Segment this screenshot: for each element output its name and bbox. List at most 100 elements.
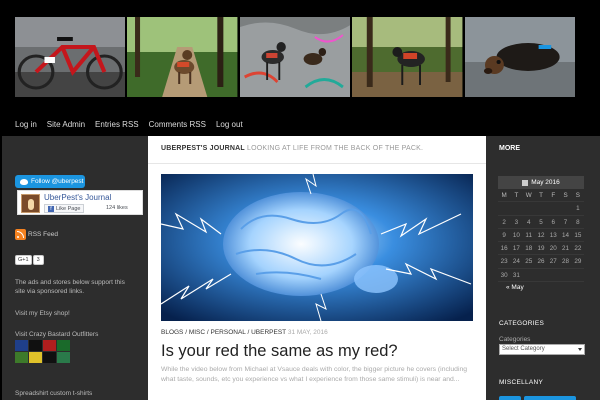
calendar-day [559, 269, 572, 283]
calendar-day: 27 [547, 255, 560, 269]
resting-dog-photo [464, 17, 576, 97]
post-featured-image[interactable] [161, 174, 473, 321]
calendar-day: 13 [547, 229, 560, 243]
store-thumb[interactable] [29, 352, 42, 363]
calendar-day: 17 [510, 242, 523, 256]
site-title: UBERPEST'S JOURNAL LOOKING AT LIFE FROM … [161, 145, 423, 152]
miscellany-heading: MISCELLANY [499, 379, 544, 386]
category-link[interactable]: PERSONAL [211, 329, 246, 336]
share-button[interactable] [524, 396, 576, 400]
nav-entries-rss[interactable]: Entries RSS [95, 120, 139, 134]
calendar-day: 23 [498, 255, 511, 269]
category-select[interactable]: Select Category [499, 344, 585, 355]
categories-label: Categories [499, 336, 531, 343]
header-divider [148, 163, 486, 164]
calendar-day: 22 [571, 242, 584, 256]
spreadshirt-link[interactable]: Spreadshirt custom t-shirts [15, 389, 135, 398]
store-thumb[interactable] [29, 340, 42, 351]
category-link[interactable]: UBERPEST [251, 329, 286, 336]
calendar-icon [522, 179, 529, 186]
facebook-f-icon: f [48, 205, 54, 212]
calendar-day: 16 [498, 242, 511, 256]
calendar-day: 18 [522, 242, 535, 256]
calendar-day: 4 [522, 216, 535, 229]
calendar-day: 25 [522, 255, 535, 269]
crazy-bastard-link[interactable]: Visit Crazy Bastard Outfitters [15, 330, 135, 339]
graffiti-dogs-photo [239, 17, 351, 97]
calendar-day: 6 [547, 216, 560, 229]
bicycle-photo [15, 17, 126, 97]
right-sidebar: MORE May 2016 M T W T F S S 1 2 3 4 5 6 7 8 9 10 11 12 13 14… [486, 136, 600, 400]
post-date: 31 MAY, 2016 [287, 329, 328, 336]
twitter-follow-label: Follow @uberpest [31, 178, 84, 185]
site-name[interactable]: UBERPEST'S JOURNAL [161, 145, 245, 152]
calendar-day [547, 269, 560, 283]
share-button[interactable] [499, 396, 521, 400]
calendar-day: 11 [522, 229, 535, 243]
calendar-day: 30 [498, 269, 511, 283]
calendar-prev-month[interactable]: « May [498, 284, 584, 291]
post-excerpt: While the video below from Michael at Vs… [161, 366, 468, 383]
facebook-page-name[interactable]: UberPest's Journal [44, 193, 111, 202]
calendar-day-header: M [498, 189, 511, 203]
calendar-day [534, 269, 548, 283]
calendar-day: 12 [534, 229, 548, 243]
header-photo-strip [15, 17, 576, 97]
category-link[interactable]: MISC [189, 329, 205, 336]
facebook-page-avatar[interactable] [21, 194, 40, 213]
store-thumb[interactable] [57, 352, 70, 363]
calendar-day: 5 [534, 216, 548, 229]
calendar-day [547, 202, 560, 216]
calendar-day: 21 [559, 242, 572, 256]
rss-feed-link[interactable]: RSS Feed [15, 229, 58, 240]
calendar-day [522, 202, 535, 216]
store-thumbnails[interactable] [15, 340, 71, 363]
nav-comments-rss[interactable]: Comments RSS [149, 120, 206, 134]
more-heading: MORE [499, 145, 520, 152]
facebook-like-button[interactable]: f Like Page [44, 204, 85, 213]
calendar-day: 10 [510, 229, 523, 243]
nav-log-out[interactable]: Log out [216, 120, 243, 134]
store-thumb[interactable] [43, 352, 56, 363]
calendar-day-header: S [571, 189, 584, 203]
calendar-day: 31 [510, 269, 523, 283]
store-thumb[interactable] [57, 340, 70, 351]
google-plus-widget: G+1 3 [15, 255, 44, 265]
facebook-like-label: Like Page [56, 205, 81, 212]
calendar-day [510, 202, 523, 216]
calendar-day: 28 [559, 255, 572, 269]
facebook-page-widget: UberPest's Journal f Like Page 124 likes [17, 190, 143, 215]
calendar-header: May 2016 [498, 176, 584, 189]
store-thumb[interactable] [15, 352, 28, 363]
category-link[interactable]: BLOGS [161, 329, 183, 336]
site-tagline: LOOKING AT LIFE FROM THE BACK OF THE PAC… [247, 145, 424, 152]
calendar-day: 8 [571, 216, 584, 229]
calendar-day: 19 [534, 242, 548, 256]
store-thumb[interactable] [15, 340, 28, 351]
rss-icon [15, 229, 26, 240]
forest-dog-photo [352, 17, 463, 97]
calendar-day: 7 [559, 216, 572, 229]
calendar-grid: M T W T F S S 1 2 3 4 5 6 7 8 9 10 11 12 13 14 15 16 17 18 19 20 21… [498, 189, 584, 283]
categories-heading: CATEGORIES [499, 320, 545, 327]
trail-dog-photo [127, 17, 238, 97]
chevron-down-icon [578, 348, 582, 351]
calendar-day [571, 269, 584, 283]
twitter-follow-button[interactable]: Follow @uberpest [15, 175, 85, 188]
post-title[interactable]: Is your red the same as my red? [161, 342, 398, 361]
calendar-day-header: S [559, 189, 572, 203]
calendar-widget: May 2016 M T W T F S S 1 2 3 4 5 6 7 8 9 10 11 12 13 14 15 16 1… [498, 176, 584, 291]
calendar-day: 9 [498, 229, 511, 243]
calendar-day: 14 [559, 229, 572, 243]
nav-log-in[interactable]: Log in [15, 120, 37, 134]
google-plus-button[interactable]: G+1 [15, 255, 32, 265]
calendar-day: 3 [510, 216, 523, 229]
nav-site-admin[interactable]: Site Admin [47, 120, 85, 134]
store-thumb[interactable] [43, 340, 56, 351]
facebook-like-count: 124 likes [106, 205, 128, 211]
google-plus-count: 3 [32, 255, 44, 265]
calendar-day-header: F [547, 189, 560, 203]
category-select-value: Select Category [502, 346, 545, 352]
etsy-link[interactable]: Visit my Etsy shop! [15, 309, 135, 318]
calendar-day [534, 202, 548, 216]
